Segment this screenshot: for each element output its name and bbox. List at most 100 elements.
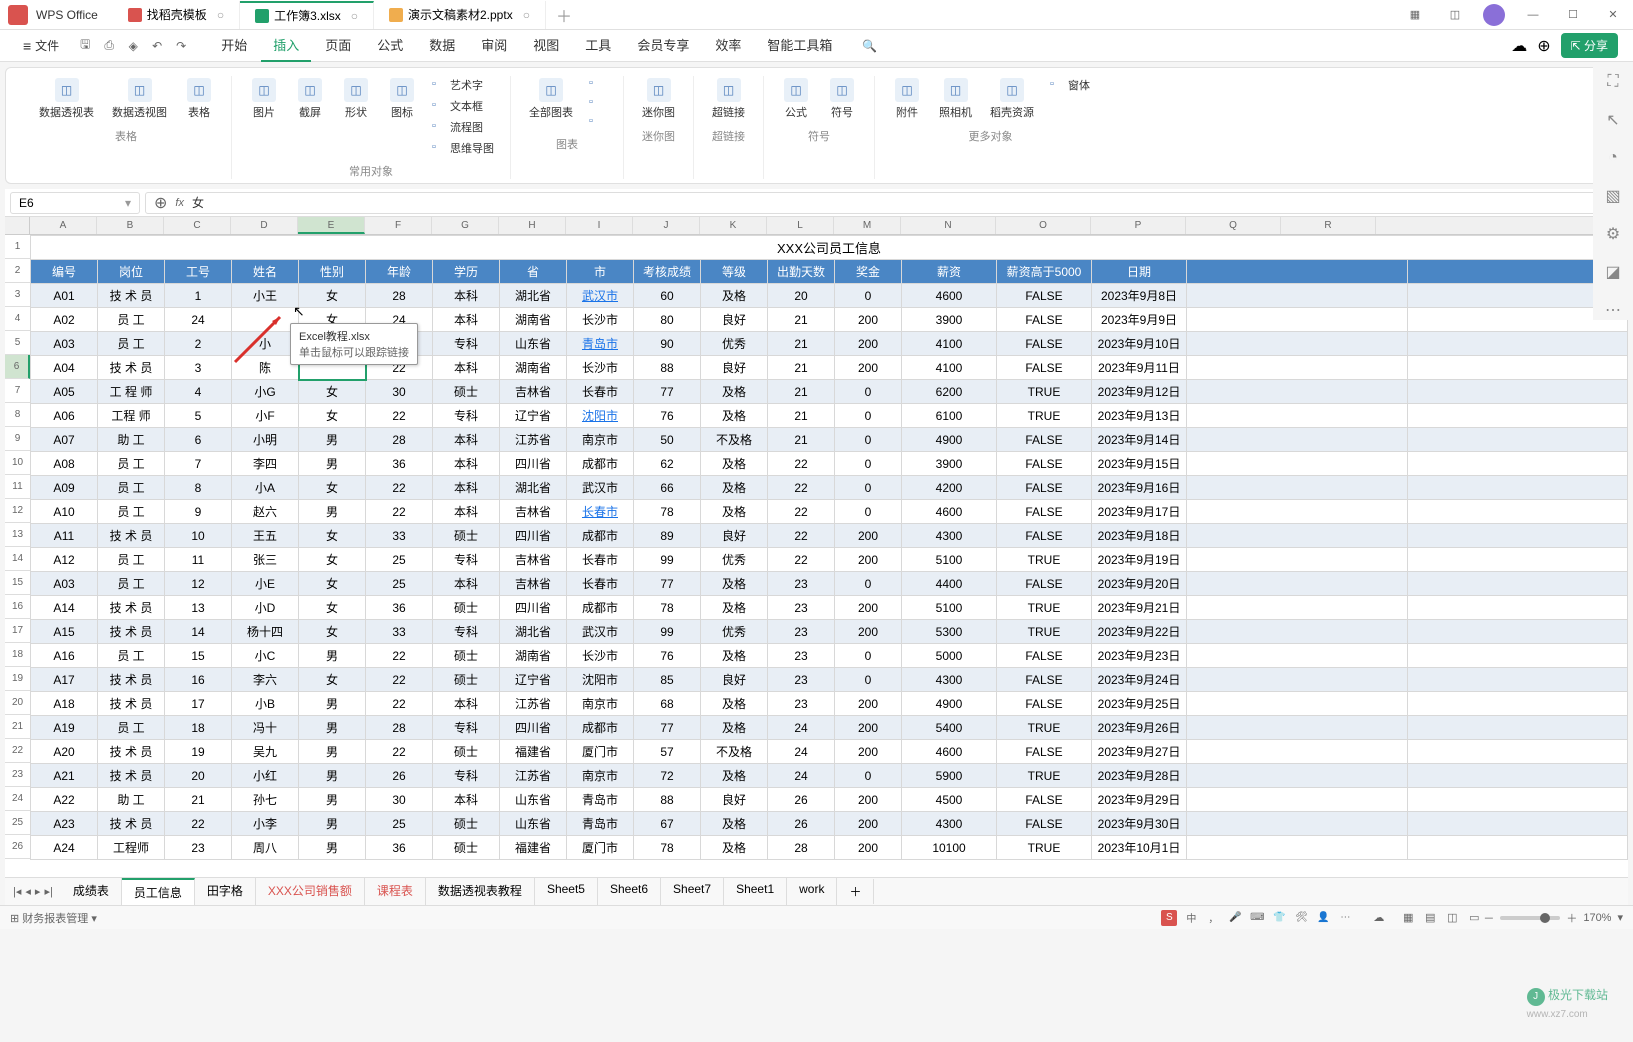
grid-icon[interactable]: ▦: [1395, 0, 1435, 30]
table-cell[interactable]: 22: [366, 668, 433, 692]
table-cell[interactable]: 小G: [232, 380, 299, 404]
table-cell[interactable]: 85: [634, 668, 701, 692]
table-cell[interactable]: 本科: [433, 428, 500, 452]
table-cell[interactable]: 专科: [433, 548, 500, 572]
ribbon-button[interactable]: ◫图标: [382, 76, 422, 122]
table-cell[interactable]: 武汉市: [567, 620, 634, 644]
table-cell[interactable]: 200: [835, 788, 902, 812]
table-cell[interactable]: 24: [768, 764, 835, 788]
table-cell[interactable]: FALSE: [997, 668, 1092, 692]
table-cell[interactable]: 女: [299, 284, 366, 308]
table-header-cell[interactable]: 编号: [31, 260, 98, 284]
table-cell[interactable]: 男: [299, 764, 366, 788]
table-cell[interactable]: 员 工: [98, 332, 165, 356]
zoom-value[interactable]: 170%: [1583, 912, 1611, 924]
table-cell[interactable]: 3900: [902, 308, 997, 332]
table-cell[interactable]: 22: [768, 500, 835, 524]
table-cell[interactable]: A01: [31, 284, 98, 308]
table-cell[interactable]: FALSE: [997, 356, 1092, 380]
table-header-cell[interactable]: 薪资高于5000: [997, 260, 1092, 284]
table-cell[interactable]: FALSE: [997, 284, 1092, 308]
table-cell[interactable]: 山东省: [500, 332, 567, 356]
table-cell[interactable]: 长春市: [567, 572, 634, 596]
add-sheet-button[interactable]: ＋: [837, 879, 874, 904]
ribbon-sub-button[interactable]: ▫文本框: [428, 97, 498, 115]
table-cell[interactable]: 赵六: [232, 500, 299, 524]
table-cell[interactable]: 青岛市: [567, 788, 634, 812]
table-cell[interactable]: 4900: [902, 428, 997, 452]
table-cell[interactable]: 女: [299, 668, 366, 692]
table-cell[interactable]: A14: [31, 596, 98, 620]
table-cell[interactable]: 及格: [701, 572, 768, 596]
ime-more-icon[interactable]: ⋯: [1337, 910, 1353, 926]
sheet-tab[interactable]: XXX公司销售额: [256, 878, 365, 905]
table-cell[interactable]: 78: [634, 596, 701, 620]
table-cell[interactable]: 长春市: [567, 380, 634, 404]
table-cell[interactable]: 助 工: [98, 788, 165, 812]
table-cell[interactable]: 吉林省: [500, 500, 567, 524]
table-cell[interactable]: 小E: [232, 572, 299, 596]
row-header[interactable]: 22: [5, 739, 30, 763]
table-cell[interactable]: 本科: [433, 284, 500, 308]
row-header[interactable]: 23: [5, 763, 30, 787]
table-cell[interactable]: 2023年9月24日: [1092, 668, 1187, 692]
table-cell[interactable]: 男: [299, 500, 366, 524]
table-cell[interactable]: 2023年9月19日: [1092, 548, 1187, 572]
table-cell[interactable]: 23: [768, 596, 835, 620]
table-cell[interactable]: 14: [165, 620, 232, 644]
table-cell[interactable]: 30: [366, 788, 433, 812]
table-cell[interactable]: 4300: [902, 668, 997, 692]
table-cell[interactable]: 23: [768, 620, 835, 644]
formula-input[interactable]: 女: [192, 194, 1619, 211]
table-cell[interactable]: 良好: [701, 524, 768, 548]
table-cell[interactable]: 长沙市: [567, 644, 634, 668]
table-cell[interactable]: 9: [165, 500, 232, 524]
table-cell[interactable]: 26: [768, 788, 835, 812]
table-cell[interactable]: 0: [835, 572, 902, 596]
table-cell[interactable]: 2023年9月29日: [1092, 788, 1187, 812]
ribbon-button[interactable]: ◫图片: [244, 76, 284, 122]
table-cell[interactable]: 本科: [433, 356, 500, 380]
table-cell[interactable]: 及格: [701, 764, 768, 788]
table-header-cell[interactable]: 性别: [299, 260, 366, 284]
table-cell[interactable]: 工程师: [98, 836, 165, 860]
row-header[interactable]: 4: [5, 307, 30, 331]
table-cell[interactable]: 男: [299, 428, 366, 452]
table-cell[interactable]: 孙七: [232, 788, 299, 812]
table-cell[interactable]: 女: [299, 380, 366, 404]
table-cell[interactable]: 4300: [902, 812, 997, 836]
table-cell[interactable]: A10: [31, 500, 98, 524]
table-cell[interactable]: 25: [366, 548, 433, 572]
table-cell[interactable]: 山东省: [500, 788, 567, 812]
table-cell[interactable]: 57: [634, 740, 701, 764]
table-cell[interactable]: 优秀: [701, 332, 768, 356]
table-cell[interactable]: 本科: [433, 308, 500, 332]
table-cell[interactable]: 南京市: [567, 428, 634, 452]
table-cell[interactable]: 男: [299, 836, 366, 860]
table-cell[interactable]: A18: [31, 692, 98, 716]
table-cell[interactable]: 22: [768, 524, 835, 548]
table-cell[interactable]: 6200: [902, 380, 997, 404]
table-cell[interactable]: 工程 师: [98, 404, 165, 428]
ribbon-button[interactable]: ◫迷你图: [636, 76, 681, 122]
table-cell[interactable]: 21: [768, 308, 835, 332]
table-cell[interactable]: 200: [835, 620, 902, 644]
table-cell[interactable]: 女: [299, 524, 366, 548]
table-cell[interactable]: 22: [366, 500, 433, 524]
table-cell[interactable]: 28: [366, 716, 433, 740]
sheet-tab[interactable]: Sheet6: [598, 878, 661, 905]
table-cell[interactable]: A09: [31, 476, 98, 500]
table-cell[interactable]: 2023年9月27日: [1092, 740, 1187, 764]
table-cell[interactable]: 硕士: [433, 644, 500, 668]
ribbon-button[interactable]: ◫附件: [887, 76, 927, 122]
table-cell[interactable]: 2023年9月13日: [1092, 404, 1187, 428]
table-cell[interactable]: 5400: [902, 716, 997, 740]
table-cell[interactable]: 5900: [902, 764, 997, 788]
table-cell[interactable]: 22: [366, 476, 433, 500]
table-cell[interactable]: 南京市: [567, 692, 634, 716]
ribbon-sub-button[interactable]: ▫艺术字: [428, 76, 498, 94]
table-cell[interactable]: 周八: [232, 836, 299, 860]
table-cell[interactable]: 22: [366, 404, 433, 428]
row-header[interactable]: 3: [5, 283, 30, 307]
table-cell[interactable]: 男: [299, 812, 366, 836]
